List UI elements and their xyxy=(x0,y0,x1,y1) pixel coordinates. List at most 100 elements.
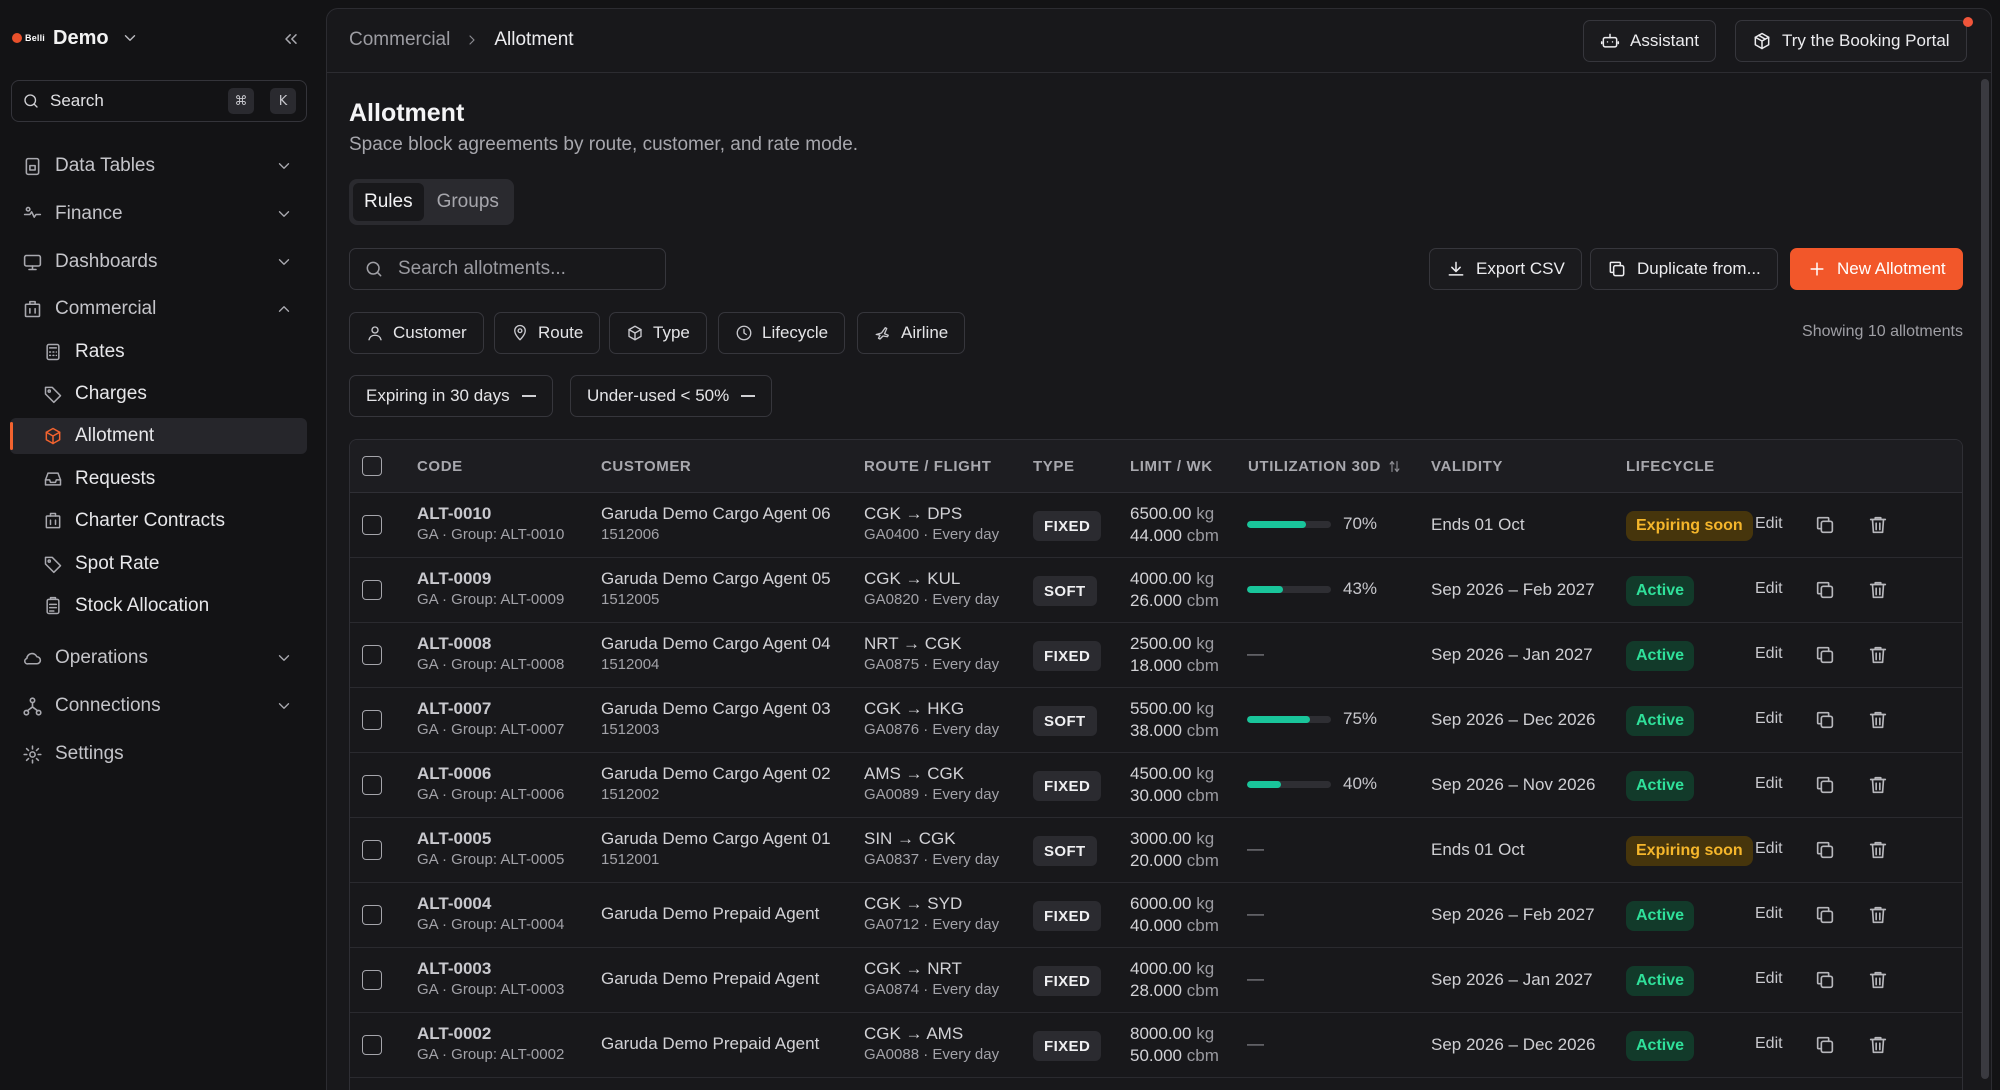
edit-button[interactable]: Edit xyxy=(1755,580,1783,598)
table-row[interactable]: ALT-0010 GA · Group: ALT-0010 Garuda Demo … xyxy=(350,493,1962,558)
global-search[interactable]: Search ⌘ K xyxy=(11,80,307,122)
duplicate-icon[interactable] xyxy=(1814,579,1836,601)
trash-icon[interactable] xyxy=(1867,839,1889,861)
allotment-code[interactable]: ALT-0010 xyxy=(417,503,564,525)
tab-groups[interactable]: Groups xyxy=(426,183,510,221)
allotment-code[interactable]: ALT-0006 xyxy=(417,763,564,785)
row-checkbox[interactable] xyxy=(362,515,382,535)
edit-button[interactable]: Edit xyxy=(1755,840,1783,858)
column-type[interactable]: TYPE xyxy=(1033,458,1075,475)
row-checkbox[interactable] xyxy=(362,645,382,665)
assistant-button[interactable]: Assistant xyxy=(1583,20,1716,62)
breadcrumb-commercial[interactable]: Commercial xyxy=(349,29,450,51)
duplicate-icon[interactable] xyxy=(1814,514,1836,536)
table-row[interactable]: ALT-0007 GA · Group: ALT-0007 Garuda Demo … xyxy=(350,688,1962,753)
sidebar-item-allotment[interactable]: Allotment xyxy=(10,418,307,454)
column-code[interactable]: CODE xyxy=(417,458,463,475)
row-checkbox[interactable] xyxy=(362,580,382,600)
duplicate-icon[interactable] xyxy=(1814,839,1836,861)
export-csv-button[interactable]: Export CSV xyxy=(1429,248,1582,290)
sidebar-item-dashboards[interactable]: Dashboards xyxy=(10,244,307,280)
allotment-search-input[interactable]: Search allotments... xyxy=(349,248,666,290)
allotment-code[interactable]: ALT-0004 xyxy=(417,893,564,915)
trash-icon[interactable] xyxy=(1867,644,1889,666)
sidebar-item-spot-rate[interactable]: Spot Rate xyxy=(10,546,307,582)
trash-icon[interactable] xyxy=(1867,904,1889,926)
column-validity[interactable]: VALIDITY xyxy=(1431,458,1503,475)
edit-button[interactable]: Edit xyxy=(1755,1035,1783,1053)
tab-rules[interactable]: Rules xyxy=(353,183,424,221)
trash-icon[interactable] xyxy=(1867,709,1889,731)
row-checkbox[interactable] xyxy=(362,1035,382,1055)
sidebar-item-settings[interactable]: Settings xyxy=(10,736,307,772)
row-checkbox[interactable] xyxy=(362,775,382,795)
duplicate-from-button[interactable]: Duplicate from... xyxy=(1590,248,1778,290)
sidebar-item-label: Allotment xyxy=(75,425,155,446)
sidebar-item-connections[interactable]: Connections xyxy=(10,688,307,724)
edit-button[interactable]: Edit xyxy=(1755,970,1783,988)
allotment-code[interactable]: ALT-0009 xyxy=(417,568,564,590)
trash-icon[interactable] xyxy=(1867,514,1889,536)
table-row[interactable]: ALT-0006 GA · Group: ALT-0006 Garuda Demo … xyxy=(350,753,1962,818)
duplicate-icon[interactable] xyxy=(1814,774,1836,796)
limit-cbm: 20.000 cbm xyxy=(1130,850,1219,872)
column-route[interactable]: ROUTE / FLIGHT xyxy=(864,458,992,475)
filter-route[interactable]: Route xyxy=(494,312,601,354)
select-all-checkbox[interactable] xyxy=(362,456,382,476)
edit-button[interactable]: Edit xyxy=(1755,710,1783,728)
sidebar-item-finance[interactable]: Finance xyxy=(10,196,307,232)
filter-type[interactable]: Type xyxy=(609,312,707,354)
table-row[interactable]: ALT-0009 GA · Group: ALT-0009 Garuda Demo … xyxy=(350,558,1962,623)
edit-button[interactable]: Edit xyxy=(1755,515,1783,533)
allotment-code[interactable]: ALT-0002 xyxy=(417,1023,564,1045)
filter-lifecycle[interactable]: Lifecycle xyxy=(718,312,846,354)
column-lifecycle[interactable]: LIFECYCLE xyxy=(1626,458,1715,475)
edit-button[interactable]: Edit xyxy=(1755,645,1783,663)
sidebar-item-commercial[interactable]: Commercial xyxy=(10,291,307,327)
allotment-code[interactable]: ALT-0003 xyxy=(417,958,564,980)
row-checkbox[interactable] xyxy=(362,970,382,990)
duplicate-icon[interactable] xyxy=(1814,969,1836,991)
new-allotment-button[interactable]: New Allotment xyxy=(1790,248,1963,290)
row-checkbox[interactable] xyxy=(362,710,382,730)
column-customer[interactable]: CUSTOMER xyxy=(601,458,691,475)
filter-customer[interactable]: Customer xyxy=(349,312,484,354)
column-limit[interactable]: LIMIT / WK xyxy=(1130,458,1213,475)
sidebar-item-requests[interactable]: Requests xyxy=(10,461,307,497)
sidebar-item-charter-contracts[interactable]: Charter Contracts xyxy=(10,503,307,539)
quick-filter-underused[interactable]: Under-used < 50% xyxy=(570,375,773,417)
sidebar-item-stock-allocation[interactable]: Stock Allocation xyxy=(10,588,307,624)
allotment-code[interactable]: ALT-0007 xyxy=(417,698,564,720)
customer-name: Garuda Demo Prepaid Agent xyxy=(601,969,820,988)
scrollbar[interactable] xyxy=(1981,79,1989,1079)
row-checkbox[interactable] xyxy=(362,905,382,925)
duplicate-icon[interactable] xyxy=(1814,709,1836,731)
trash-icon[interactable] xyxy=(1867,1034,1889,1056)
quick-filter-expiring[interactable]: Expiring in 30 days xyxy=(349,375,553,417)
edit-button[interactable]: Edit xyxy=(1755,905,1783,923)
filter-airline[interactable]: Airline xyxy=(857,312,966,354)
duplicate-icon[interactable] xyxy=(1814,1034,1836,1056)
sidebar-item-data-tables[interactable]: Data Tables xyxy=(10,148,307,184)
workspace-switcher[interactable]: Belli Demo xyxy=(12,24,139,52)
row-checkbox[interactable] xyxy=(362,840,382,860)
sidebar-item-rates[interactable]: Rates xyxy=(10,334,307,370)
column-utilization[interactable]: UTILIZATION 30D xyxy=(1248,458,1402,475)
table-row[interactable]: ALT-0005 GA · Group: ALT-0005 Garuda Demo … xyxy=(350,818,1962,883)
sidebar-item-operations[interactable]: Operations xyxy=(10,640,307,676)
trash-icon[interactable] xyxy=(1867,969,1889,991)
duplicate-icon[interactable] xyxy=(1814,904,1836,926)
trash-icon[interactable] xyxy=(1867,774,1889,796)
table-row[interactable]: ALT-0004 GA · Group: ALT-0004 Garuda Demo … xyxy=(350,883,1962,948)
collapse-sidebar-icon[interactable] xyxy=(278,26,304,52)
booking-portal-button[interactable]: Try the Booking Portal xyxy=(1735,20,1967,62)
allotment-code[interactable]: ALT-0008 xyxy=(417,633,564,655)
edit-button[interactable]: Edit xyxy=(1755,775,1783,793)
sidebar-item-charges[interactable]: Charges xyxy=(10,376,307,412)
table-row[interactable]: ALT-0002 GA · Group: ALT-0002 Garuda Demo … xyxy=(350,1013,1962,1078)
duplicate-icon[interactable] xyxy=(1814,644,1836,666)
trash-icon[interactable] xyxy=(1867,579,1889,601)
table-row[interactable]: ALT-0003 GA · Group: ALT-0003 Garuda Demo … xyxy=(350,948,1962,1013)
allotment-code[interactable]: ALT-0005 xyxy=(417,828,564,850)
table-row[interactable]: ALT-0008 GA · Group: ALT-0008 Garuda Demo … xyxy=(350,623,1962,688)
